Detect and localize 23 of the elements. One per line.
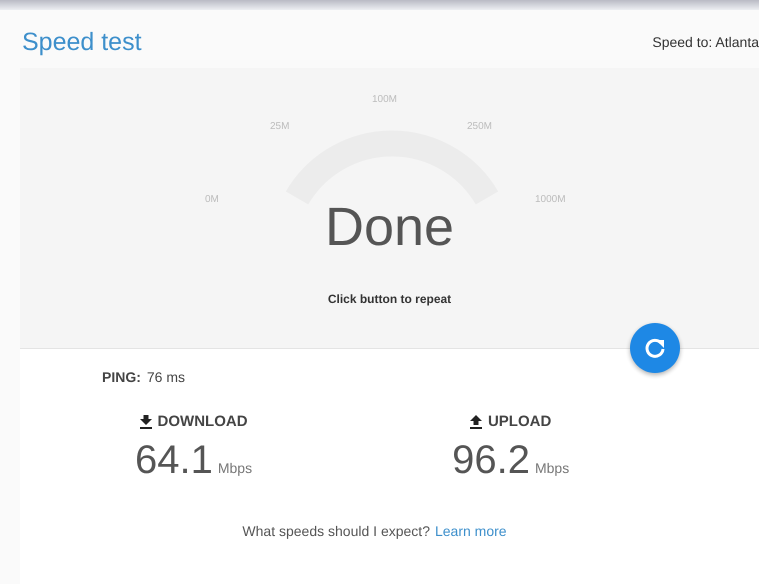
result-value: 96.2	[452, 438, 530, 483]
upload-icon	[470, 414, 482, 428]
result-unit: Mbps	[218, 460, 252, 476]
gauge-scale-label: 250M	[467, 121, 492, 132]
ping-value: 76 ms	[146, 369, 186, 385]
result-label: UPLOAD	[488, 413, 552, 430]
gauge-scale-label: 0M	[205, 194, 219, 205]
hint-text: Click button to repeat	[328, 292, 452, 306]
status-text: Done	[324, 196, 454, 258]
gauge-scale-label: 25M	[270, 121, 290, 132]
page-title: Speed test	[22, 28, 142, 56]
learn-more-link[interactable]: Learn more	[434, 523, 507, 539]
download-icon	[140, 414, 152, 428]
footer-text: What speeds should I expect?	[242, 523, 430, 539]
refresh-button[interactable]	[630, 323, 680, 373]
refresh-icon	[644, 337, 666, 359]
result-unit: Mbps	[534, 460, 570, 476]
ping-label: PING:	[102, 369, 141, 385]
result-value: 64.1	[135, 438, 213, 483]
gauge-scale-label: 100M	[372, 94, 398, 105]
result-label: DOWNLOAD	[158, 413, 248, 430]
server-label: Speed to: Atlanta	[652, 34, 759, 50]
gauge-scale-label: 1000M	[535, 194, 566, 205]
